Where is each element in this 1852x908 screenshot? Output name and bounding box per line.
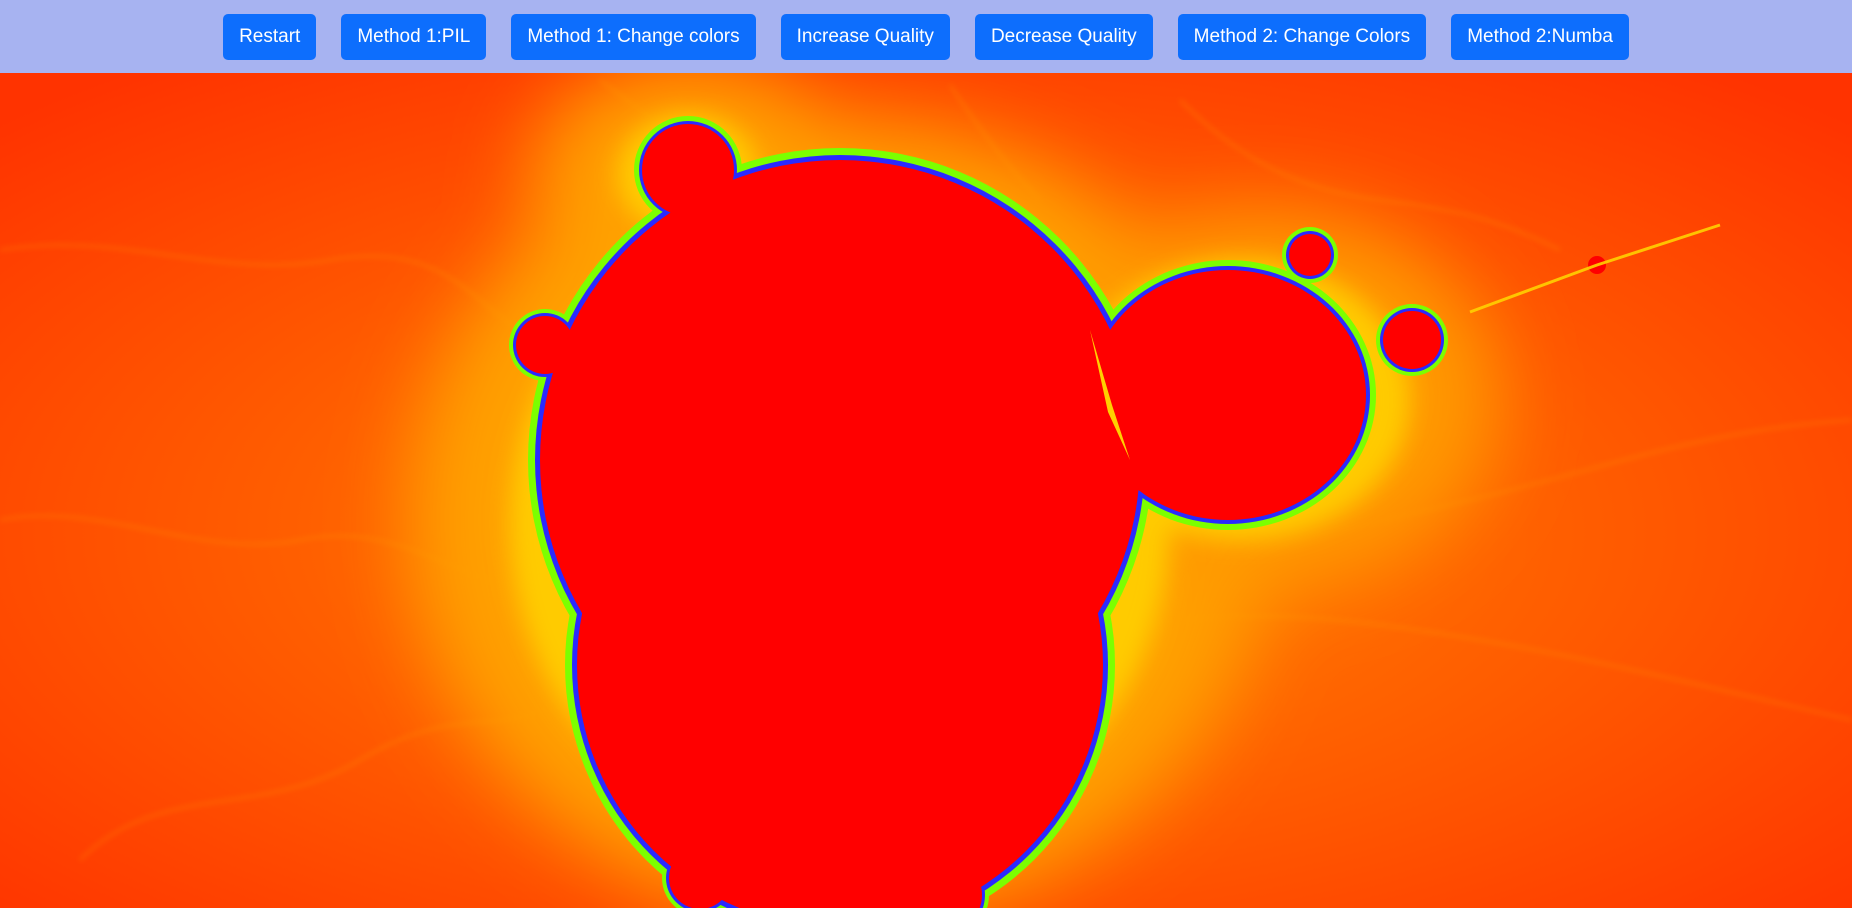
fractal-canvas[interactable]: [0, 73, 1852, 908]
method2-change-colors-button[interactable]: Method 2: Change Colors: [1177, 13, 1427, 60]
increase-quality-button[interactable]: Increase Quality: [780, 13, 950, 60]
decrease-quality-button[interactable]: Decrease Quality: [974, 13, 1153, 60]
method2-numba-button[interactable]: Method 2:Numba: [1451, 13, 1629, 60]
restart-button[interactable]: Restart: [223, 13, 317, 60]
method1-change-colors-button[interactable]: Method 1: Change colors: [511, 13, 756, 60]
toolbar: Restart Method 1:PIL Method 1: Change co…: [0, 0, 1852, 73]
method1-pil-button[interactable]: Method 1:PIL: [341, 13, 487, 60]
mandelbrot-image: [0, 73, 1852, 908]
